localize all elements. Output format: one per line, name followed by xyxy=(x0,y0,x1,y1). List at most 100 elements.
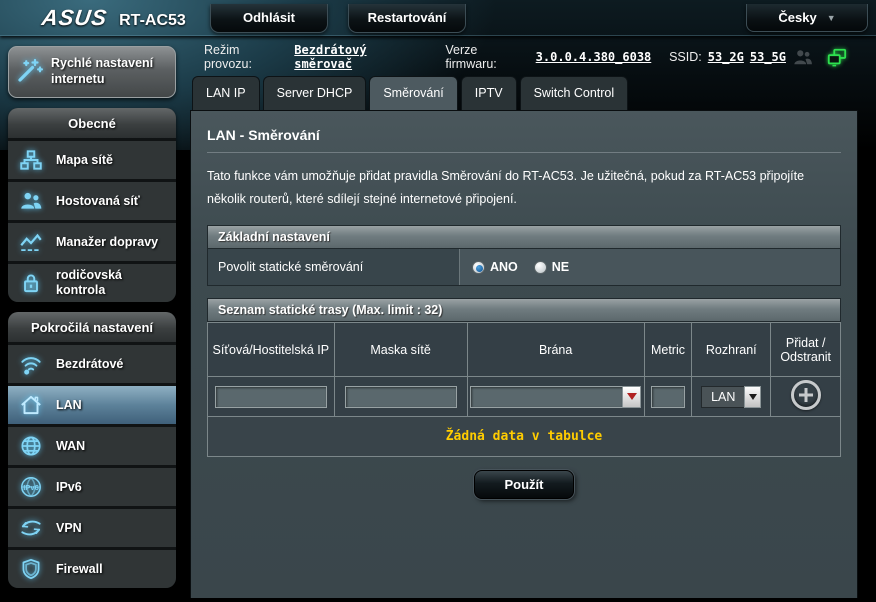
guest-network-icon xyxy=(14,188,48,214)
red-caret-icon xyxy=(627,393,637,400)
sidebar-item-wan[interactable]: WAN xyxy=(8,424,176,465)
operation-mode-label: Režim provozu: xyxy=(204,43,288,71)
sidebar-group-advanced-title: Pokročilá nastavení xyxy=(8,312,176,342)
tab-route[interactable]: Směrování xyxy=(369,76,457,110)
title-divider xyxy=(207,152,841,153)
networkmap-devices-icon[interactable] xyxy=(826,47,848,67)
sidebar-group-advanced: Pokročilá nastavení Bezdrátové xyxy=(8,312,176,588)
sidebar-item-guest-network[interactable]: Hostovaná síť xyxy=(8,179,176,220)
sidebar-item-label: WAN xyxy=(56,439,85,454)
sidebar-item-label: IPv6 xyxy=(56,480,82,495)
static-route-enable-options: ANO NE xyxy=(460,249,840,285)
top-buttons: Odhlásit Restartování xyxy=(210,3,466,33)
page-title: LAN - Směrování xyxy=(207,127,841,143)
column-header-add-delete: Přidat / Odstranit xyxy=(771,323,841,377)
magic-wand-icon xyxy=(15,55,45,90)
radio-no-button[interactable] xyxy=(534,261,547,274)
sidebar-item-label: VPN xyxy=(56,521,82,536)
firewall-icon xyxy=(14,556,48,582)
gateway-dropdown-button[interactable] xyxy=(622,386,641,408)
sidebar-item-parental-controls[interactable]: rodičovská kontrola xyxy=(8,261,176,302)
ipv6-icon: IPv6 xyxy=(14,474,48,500)
sidebar-item-network-map[interactable]: Mapa sítě xyxy=(8,138,176,179)
vpn-icon xyxy=(14,515,48,541)
sidebar-item-traffic-manager[interactable]: Manažer dopravy xyxy=(8,220,176,261)
lan-icon xyxy=(14,392,48,418)
netmask-input[interactable] xyxy=(345,386,457,408)
sidebar-item-label: LAN xyxy=(56,398,82,413)
sidebar-item-label: Mapa sítě xyxy=(56,153,113,168)
column-header-netmask: Maska sítě xyxy=(334,323,467,377)
static-route-table: Síťová/Hostitelská IP Maska sítě Brána M… xyxy=(207,322,841,457)
wan-icon xyxy=(14,433,48,459)
quick-internet-setup-button[interactable]: Rychlé nastavení internetu xyxy=(8,46,176,98)
tab-iptv[interactable]: IPTV xyxy=(461,76,517,110)
ssid-5g-link[interactable]: 53_5G xyxy=(750,50,786,64)
sidebar-item-label: Manažer dopravy xyxy=(56,235,158,250)
network-map-icon xyxy=(14,147,48,173)
table-header-row: Síťová/Hostitelská IP Maska sítě Brána M… xyxy=(208,323,841,377)
clients-icon[interactable] xyxy=(792,47,814,67)
sidebar-item-label: Firewall xyxy=(56,562,103,577)
empty-state-row: Žádná data v tabulce xyxy=(208,417,841,457)
interface-select[interactable]: LAN xyxy=(701,386,761,408)
sidebar-item-vpn[interactable]: VPN xyxy=(8,506,176,547)
sidebar-group-general-title: Obecné xyxy=(8,108,176,138)
firmware-version-link[interactable]: 3.0.0.4.380_6038 xyxy=(536,50,652,64)
static-route-enable-label: Povolit statické směrování xyxy=(208,249,460,285)
radio-yes-label: ANO xyxy=(490,260,518,274)
logout-button[interactable]: Odhlásit xyxy=(210,4,328,33)
content-column: Režim provozu: Bezdrátový směrovač Verze… xyxy=(190,36,858,598)
wireless-icon xyxy=(14,351,48,377)
language-dropdown[interactable]: Česky ▼ xyxy=(746,4,868,32)
firmware-label: Verze firmwaru: xyxy=(445,43,529,71)
sidebar-item-lan[interactable]: LAN xyxy=(8,383,176,424)
basic-settings-header: Základní nastavení xyxy=(207,225,841,249)
static-route-enable-row: Povolit statické směrování ANO NE xyxy=(207,249,841,286)
sidebar-item-wireless[interactable]: Bezdrátové xyxy=(8,342,176,383)
static-route-list-header: Seznam statické trasy (Max. limit : 32) xyxy=(207,298,841,322)
main-panel: LAN - Směrování Tato funkce vám umožňuje… xyxy=(190,110,858,598)
reboot-button[interactable]: Restartování xyxy=(348,4,466,33)
asus-logo: ASUS xyxy=(40,5,109,31)
column-header-gateway: Brána xyxy=(467,323,644,377)
router-model: RT-AC53 xyxy=(119,12,186,30)
quick-internet-setup-label: Rychlé nastavení internetu xyxy=(51,56,169,87)
top-bar: ASUS RT-AC53 Odhlásit Restartování Česky… xyxy=(0,0,876,36)
traffic-manager-icon xyxy=(14,229,48,255)
radio-no-label: NE xyxy=(552,260,569,274)
sidebar-item-ipv6[interactable]: IPv6 IPv6 xyxy=(8,465,176,506)
ssid-label: SSID: xyxy=(669,50,702,64)
main-layout: Rychlé nastavení internetu Obecné Mapa s… xyxy=(0,36,876,598)
radio-option-no[interactable]: NE xyxy=(534,260,569,274)
sidebar-item-label: Bezdrátové xyxy=(56,357,123,372)
infobar-icons xyxy=(792,47,848,67)
radio-option-yes[interactable]: ANO xyxy=(472,260,518,274)
gateway-input[interactable] xyxy=(470,386,622,408)
tab-lan-ip[interactable]: LAN IP xyxy=(192,76,260,110)
metric-input[interactable] xyxy=(651,386,685,408)
ip-address-input[interactable] xyxy=(215,386,327,408)
status-infobar: Režim provozu: Bezdrátový směrovač Verze… xyxy=(190,36,858,76)
page-description: Tato funkce vám umožňuje přidat pravidla… xyxy=(207,165,841,211)
interface-selected-value: LAN xyxy=(701,386,744,408)
sidebar-item-firewall[interactable]: Firewall xyxy=(8,547,176,588)
parental-controls-icon xyxy=(14,270,48,296)
column-header-metric: Metric xyxy=(644,323,691,377)
add-route-button[interactable] xyxy=(791,380,821,410)
gateway-combobox xyxy=(470,386,641,408)
column-header-ip: Síťová/Hostitelská IP xyxy=(208,323,335,377)
tab-dhcp-server[interactable]: Server DHCP xyxy=(263,76,367,110)
empty-table-message: Žádná data v tabulce xyxy=(446,429,603,444)
tab-switch-control[interactable]: Switch Control xyxy=(520,76,629,110)
interface-dropdown-button[interactable] xyxy=(744,386,761,408)
spacer xyxy=(207,286,841,298)
operation-mode-link[interactable]: Bezdrátový směrovač xyxy=(294,43,427,71)
brand: ASUS RT-AC53 xyxy=(0,5,210,31)
apply-button-container: Použít xyxy=(207,457,841,529)
sidebar-item-label: rodičovská kontrola xyxy=(56,268,170,298)
apply-button[interactable]: Použít xyxy=(474,470,574,499)
column-header-interface: Rozhraní xyxy=(692,323,771,377)
ssid-2g-link[interactable]: 53_2G xyxy=(708,50,744,64)
radio-yes-button[interactable] xyxy=(472,261,485,274)
